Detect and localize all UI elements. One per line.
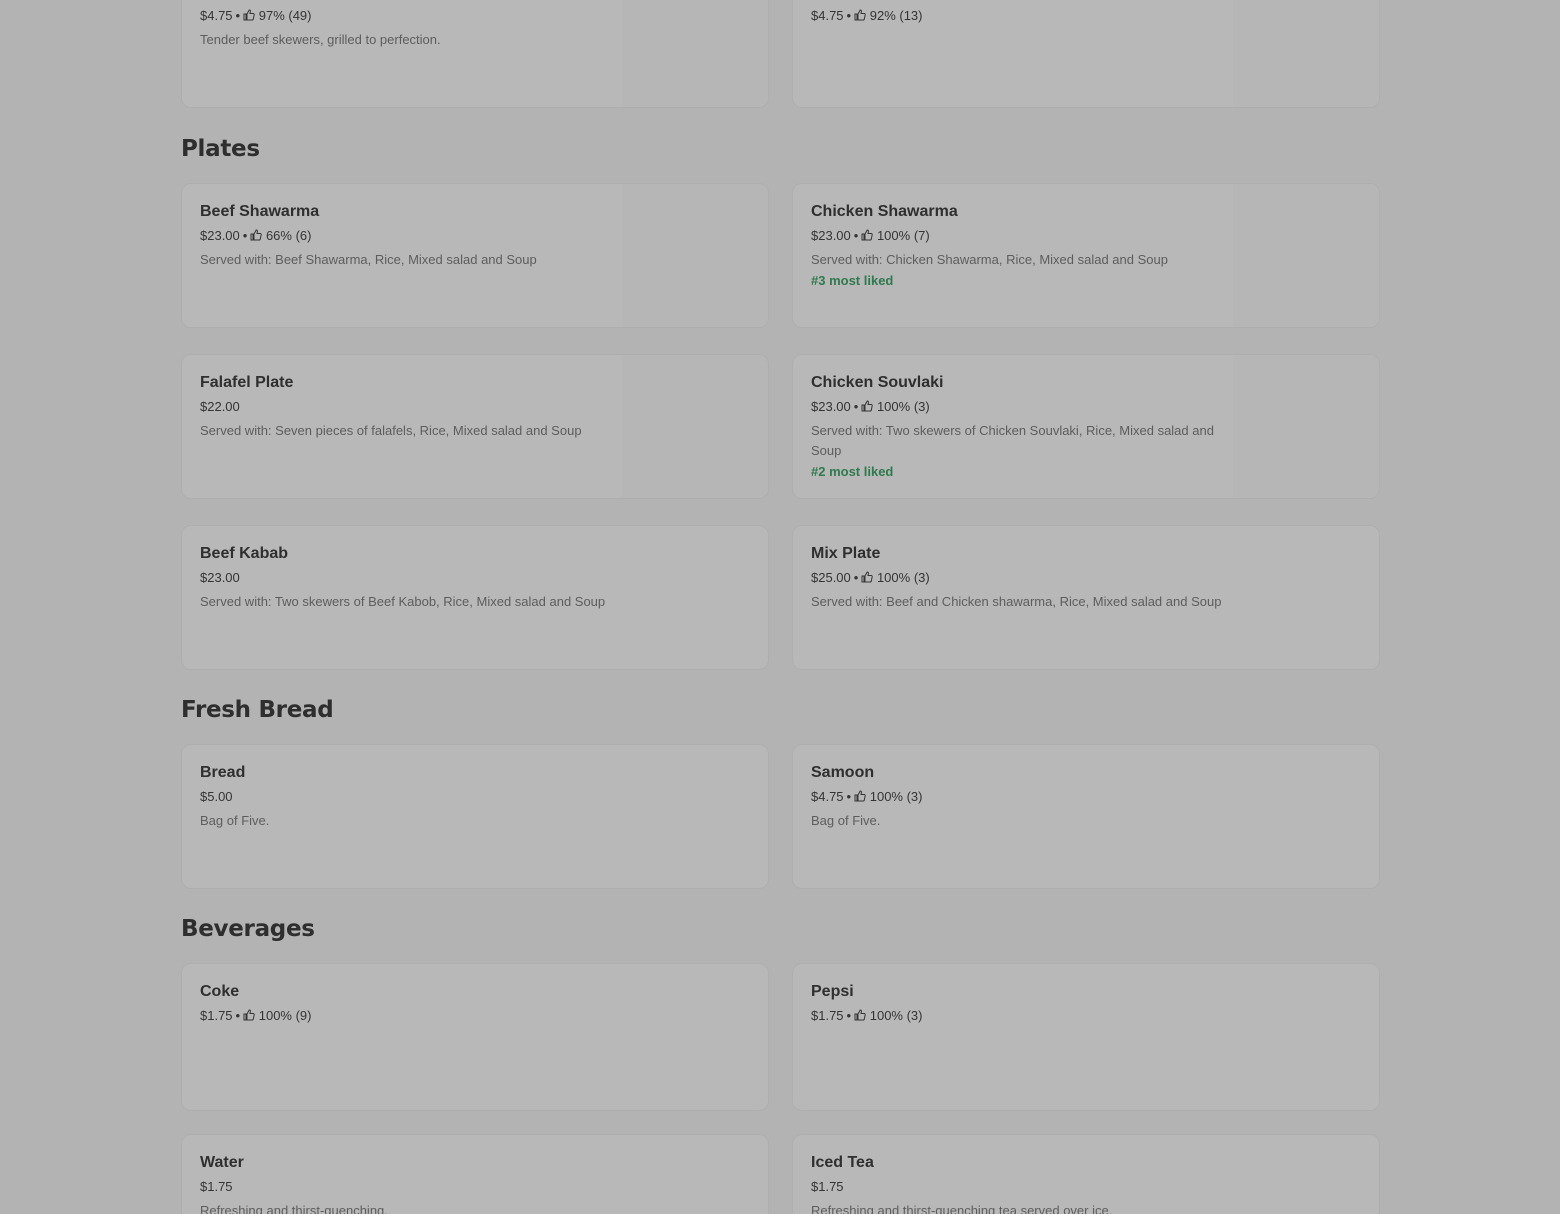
item-meta: $23.00 • 100% (7)	[811, 228, 930, 243]
item-description: Served with: Seven pieces of falafels, R…	[200, 423, 582, 438]
menu-item-card[interactable]: $4.75 • 92% (13)	[792, 0, 1380, 108]
item-description: Served with: Beef and Chicken shawarma, …	[811, 594, 1222, 609]
menu-item-card[interactable]: Water $1.75 Refreshing and thirst-quench…	[181, 1134, 769, 1214]
item-image	[1233, 184, 1379, 327]
item-name: Samoon	[811, 764, 875, 781]
item-name: Falafel Plate	[200, 374, 294, 391]
menu-item-card[interactable]: Chicken Souvlaki $23.00 • 100% (3) Served…	[792, 354, 1380, 499]
menu-item-card[interactable]: Beef Shawarma $23.00 • 66% (6) Served wit…	[181, 183, 769, 328]
thumbs-up-icon	[854, 1009, 866, 1021]
thumbs-up-icon	[861, 571, 874, 583]
item-meta: $4.75 • 100% (3)	[811, 789, 923, 804]
item-meta: $4.75 • 97% (49)	[200, 8, 312, 23]
item-name: Coke	[200, 983, 240, 1000]
menu-item-card[interactable]: Coke $1.75 • 100% (9)	[181, 963, 769, 1111]
item-description: Served with: Chicken Shawarma, Rice, Mix…	[811, 252, 1168, 267]
menu-item-card[interactable]: Pepsi $1.75 • 100% (3)	[792, 963, 1380, 1111]
item-meta: $22.00	[200, 399, 240, 414]
item-description: Served with: Two skewers of Beef Kabob, …	[200, 594, 606, 609]
menu-item-card[interactable]: Chicken Shawarma $23.00 • 100% (7) Served…	[792, 183, 1380, 328]
item-name: Bread	[200, 764, 246, 781]
item-meta: $5.00	[200, 789, 233, 804]
item-meta: $4.75 • 92% (13)	[811, 8, 923, 23]
item-description: Bag of Five.	[200, 813, 270, 828]
item-meta: $1.75 • 100% (3)	[811, 1008, 923, 1023]
item-description: Tender beef skewers, grilled to perfecti…	[200, 32, 441, 47]
menu-item-card[interactable]: Falafel Plate $22.00 Served with: Seven …	[181, 354, 769, 499]
item-name: Mix Plate	[811, 545, 881, 562]
item-description: Refreshing and thirst-quenching tea serv…	[811, 1203, 1113, 1214]
item-name: Beef Kabab	[200, 545, 289, 562]
menu-item-card[interactable]: Iced Tea $1.75 Refreshing and thirst-que…	[792, 1134, 1380, 1214]
menu-page: $4.75 • 97% (49) Tender beef skewers, gri…	[0, 0, 1560, 1214]
item-image	[622, 0, 768, 107]
item-meta: $1.75 • 100% (9)	[200, 1008, 312, 1023]
most-liked-badge: #3 most liked	[811, 273, 894, 288]
item-meta: $1.75	[200, 1179, 233, 1194]
item-meta: $23.00 • 100% (3)	[811, 399, 930, 414]
item-name: Water	[200, 1154, 244, 1171]
item-name: Iced Tea	[811, 1154, 874, 1171]
item-name: Pepsi	[811, 983, 854, 1000]
item-image	[1233, 355, 1379, 498]
item-meta: $25.00 • 100% (3)	[811, 570, 930, 585]
item-image	[622, 355, 768, 498]
menu-item-card[interactable]: $4.75 • 97% (49) Tender beef skewers, gri…	[181, 0, 769, 108]
menu-item-card[interactable]: Beef Kabab $23.00 Served with: Two skewe…	[181, 525, 769, 670]
item-name: Chicken Souvlaki	[811, 374, 944, 391]
thumbs-up-icon	[243, 1009, 255, 1021]
item-meta: $1.75	[811, 1179, 844, 1194]
thumbs-up-icon	[861, 400, 874, 412]
item-meta: $23.00	[200, 570, 240, 585]
section-title-plates: Plates	[181, 136, 260, 162]
item-description: Bag of Five.	[811, 813, 881, 828]
item-name: Beef Shawarma	[200, 203, 320, 220]
item-meta: $23.00 • 66% (6)	[200, 228, 312, 243]
section-title-beverages: Beverages	[181, 916, 315, 942]
item-image	[622, 184, 768, 327]
thumbs-up-icon	[854, 790, 866, 802]
item-description: Refreshing and thirst-quenching.	[200, 1203, 388, 1214]
item-description: Served with: Beef Shawarma, Rice, Mixed …	[200, 252, 537, 267]
section-title-fresh-bread: Fresh Bread	[181, 697, 334, 723]
menu-item-card[interactable]: Mix Plate $25.00 • 100% (3) Served with: …	[792, 525, 1380, 670]
thumbs-up-icon	[243, 9, 255, 21]
thumbs-up-icon	[861, 229, 874, 241]
item-description: Served with: Two skewers of Chicken Souv…	[811, 423, 1214, 458]
menu-item-card[interactable]: Bread $5.00 Bag of Five.	[181, 744, 769, 889]
most-liked-badge: #2 most liked	[811, 464, 894, 479]
menu-item-card[interactable]: Samoon $4.75 • 100% (3) Bag of Five.	[792, 744, 1380, 889]
thumbs-up-icon	[854, 9, 866, 21]
item-name: Chicken Shawarma	[811, 203, 958, 220]
thumbs-up-icon	[250, 229, 263, 241]
item-image	[1233, 0, 1379, 107]
